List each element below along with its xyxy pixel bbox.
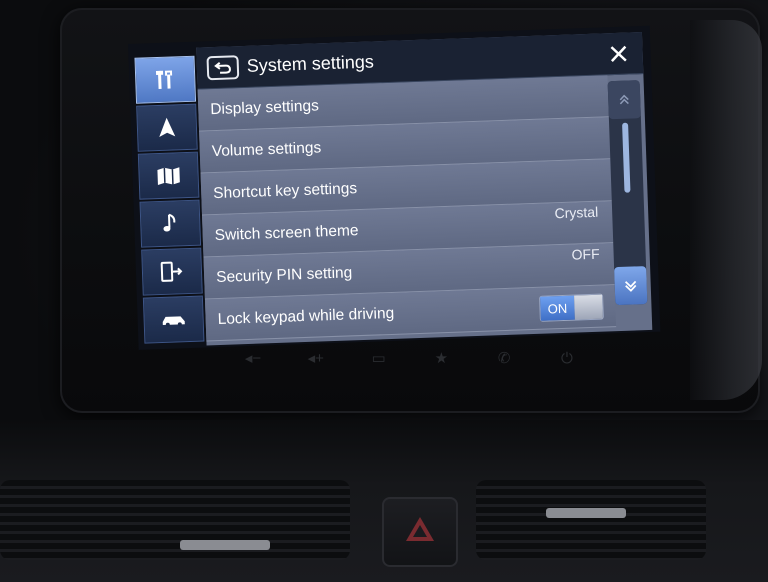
car-icon [162, 316, 185, 327]
chevron-double-down-icon [624, 280, 637, 292]
hazard-triangle-icon [406, 517, 434, 541]
scroll-up-button[interactable] [607, 80, 641, 120]
air-vent-left [0, 480, 350, 560]
favorite-key-icon[interactable]: ★ [428, 349, 454, 369]
list-item-label: Security PIN setting [215, 263, 353, 286]
list-item-label: Volume settings [211, 138, 322, 160]
screen-key-icon[interactable]: ▭ [366, 349, 392, 369]
category-rail [134, 55, 205, 348]
chevron-double-up-icon [619, 94, 629, 105]
rail-vehicle-button[interactable] [142, 295, 205, 344]
toggle-state-label: ON [540, 295, 575, 321]
hazard-button[interactable] [382, 497, 458, 567]
rail-audio-button[interactable] [139, 199, 202, 248]
navigation-arrow-icon [159, 117, 176, 137]
page-title: System settings [246, 51, 375, 76]
volume-up-key-icon[interactable]: ◂+ [303, 349, 329, 369]
air-vent-right [476, 480, 706, 560]
rail-phone-button[interactable] [141, 247, 203, 296]
hard-keys: ◂− ◂+ ▭ ★ ✆ ⏻ [240, 344, 580, 374]
back-button[interactable] [206, 54, 240, 80]
vent-knob[interactable] [180, 540, 270, 550]
close-button[interactable] [604, 39, 633, 68]
rail-navigation-button[interactable] [136, 103, 198, 152]
map-icon [157, 167, 180, 186]
settings-tools-icon [155, 70, 173, 89]
bezel-edge [690, 20, 762, 400]
scroll-down-button[interactable] [614, 266, 648, 306]
scroll-thumb[interactable] [622, 122, 631, 193]
lock-keypad-toggle[interactable]: ON [539, 293, 604, 322]
list-item-label: Display settings [210, 96, 320, 118]
back-arrow-icon [214, 61, 231, 74]
volume-down-key-icon[interactable]: ◂− [240, 349, 266, 369]
close-icon [610, 45, 627, 62]
rail-map-button[interactable] [137, 151, 200, 200]
phone-key-icon[interactable]: ✆ [491, 349, 517, 369]
list-item-label: Shortcut key settings [212, 179, 358, 202]
list-item-label: Switch screen theme [214, 221, 359, 244]
theme-value: Crystal [554, 203, 599, 222]
music-note-icon [163, 213, 176, 232]
phone-projection-icon [160, 261, 183, 282]
settings-panel: System settings Display settings Volume … [196, 32, 653, 346]
infotainment-screen: System settings Display settings Volume … [128, 25, 661, 350]
rail-settings-button[interactable] [134, 55, 197, 104]
toggle-knob[interactable] [574, 294, 603, 320]
settings-list: Display settings Volume settings Shortcu… [197, 75, 617, 345]
pin-status-value: OFF [571, 245, 600, 263]
scrollbar[interactable] [607, 80, 648, 306]
power-key-icon[interactable]: ⏻ [554, 349, 580, 369]
vent-knob[interactable] [546, 508, 626, 518]
